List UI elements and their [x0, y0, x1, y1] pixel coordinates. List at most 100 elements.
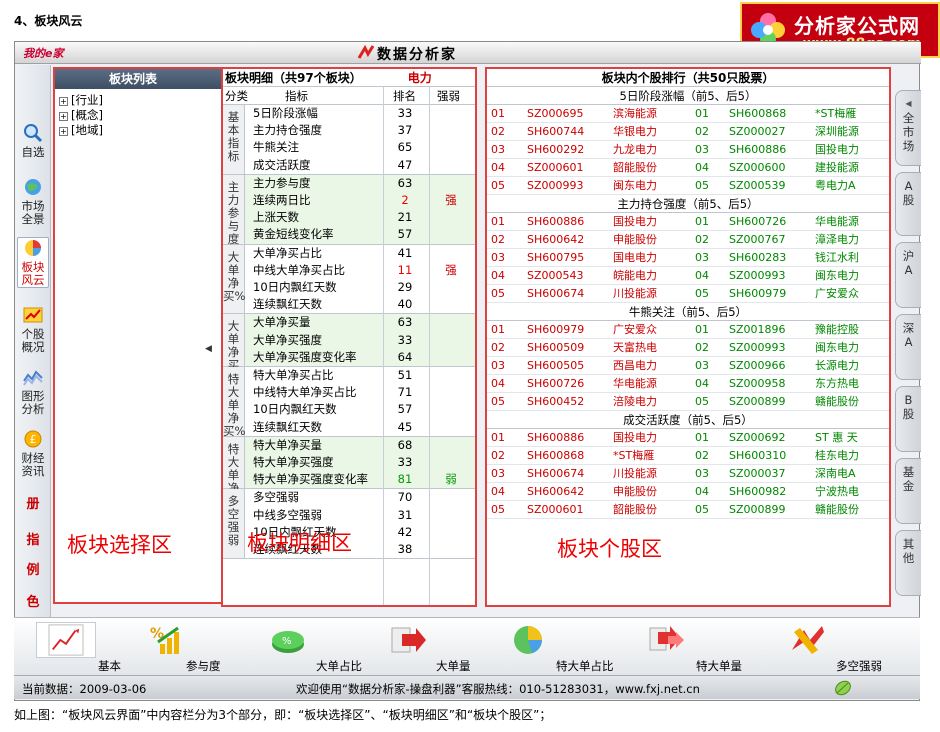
- toolbar-button[interactable]: 特大单量: [644, 618, 764, 676]
- market-tab[interactable]: 深A: [895, 314, 921, 380]
- indicator-row[interactable]: 成交活跃度 47: [223, 157, 475, 174]
- top-name[interactable]: 国电电力: [613, 249, 657, 267]
- indicator-row[interactable]: 特大单净买占比 51: [223, 367, 475, 384]
- top-name[interactable]: 韶能股份: [613, 501, 657, 519]
- top-name[interactable]: 广安爱众: [613, 321, 657, 339]
- stock-row[interactable]: 04 SH600642 申能股份 04 SH600982 宁波热电: [487, 483, 889, 501]
- stock-row[interactable]: 05 SH600674 川投能源 05 SH600979 广安爱众: [487, 285, 889, 303]
- stock-row[interactable]: 03 SH600505 西昌电力 03 SZ000966 长源电力: [487, 357, 889, 375]
- toolbar-button[interactable]: 大单量: [384, 618, 504, 676]
- block-list-header[interactable]: 板块列表: [55, 69, 231, 89]
- indicator-row[interactable]: 10日内飘红天数 29: [223, 279, 475, 296]
- stock-row[interactable]: 04 SZ000543 皖能电力 04 SZ000993 闽东电力: [487, 267, 889, 285]
- stock-row[interactable]: 01 SH600886 国投电力 01 SH600726 华电能源: [487, 213, 889, 231]
- market-tab[interactable]: 沪A: [895, 242, 921, 308]
- toolbar-button[interactable]: 基本: [36, 618, 156, 676]
- bottom-name[interactable]: 宁波热电: [815, 483, 859, 501]
- top-name[interactable]: 皖能电力: [613, 267, 657, 285]
- indicator-row[interactable]: 特大单净买量 68: [223, 437, 475, 454]
- expand-icon[interactable]: +: [59, 112, 68, 121]
- indicator-row[interactable]: 上涨天数 21: [223, 209, 475, 226]
- top-name[interactable]: 西昌电力: [613, 357, 657, 375]
- indicator-row[interactable]: 连续飘红天数 40: [223, 296, 475, 313]
- indicator-row[interactable]: 中线大单净买占比 11 强: [223, 262, 475, 279]
- bottom-name[interactable]: 闽东电力: [815, 339, 859, 357]
- nav-wave[interactable]: 图形分析: [17, 367, 49, 416]
- toolbar-button[interactable]: % 参与度: [144, 618, 264, 676]
- indicator-row[interactable]: 特大单净买强度变化率 81 弱: [223, 471, 475, 488]
- nav-small-item[interactable]: 指: [19, 529, 47, 551]
- top-name[interactable]: *ST梅雁: [613, 447, 654, 465]
- indicator-row[interactable]: 大单净买占比 41: [223, 245, 475, 262]
- tree-node[interactable]: + [概念]: [59, 108, 231, 123]
- toolbar-button[interactable]: % 大单占比: [264, 618, 384, 676]
- stock-row[interactable]: 01 SZ000695 滨海能源 01 SH600868 *ST梅雁: [487, 105, 889, 123]
- bottom-name[interactable]: 长源电力: [815, 357, 859, 375]
- stock-row[interactable]: 01 SH600979 广安爱众 01 SZ001896 豫能控股: [487, 321, 889, 339]
- bottom-name[interactable]: 钱江水利: [815, 249, 859, 267]
- tree-node[interactable]: + [行业]: [59, 93, 231, 108]
- top-name[interactable]: 申能股份: [613, 483, 657, 501]
- top-name[interactable]: 华银电力: [613, 123, 657, 141]
- bottom-name[interactable]: 粤电力A: [815, 177, 856, 195]
- top-name[interactable]: 韶能股份: [613, 159, 657, 177]
- home-link[interactable]: 我的e家: [23, 45, 63, 61]
- nav-small-item[interactable]: 册: [19, 493, 47, 515]
- indicator-row[interactable]: 连续两日比 2 强: [223, 192, 475, 209]
- market-tab[interactable]: 其他: [895, 530, 921, 596]
- bottom-name[interactable]: 豫能控股: [815, 321, 859, 339]
- bottom-name[interactable]: 华电能源: [815, 213, 859, 231]
- nav-globe[interactable]: 市场全景: [17, 177, 49, 226]
- bottom-name[interactable]: 深圳能源: [815, 123, 859, 141]
- bottom-name[interactable]: ST 惠 天: [815, 429, 858, 447]
- indicator-row[interactable]: 大单净买强度 33: [223, 332, 475, 349]
- nav-coin[interactable]: £ 财经资讯: [17, 429, 49, 478]
- stock-row[interactable]: 02 SH600868 *ST梅雁 02 SH600310 桂东电力: [487, 447, 889, 465]
- indicator-row[interactable]: 主力参与度 63: [223, 175, 475, 192]
- bottom-name[interactable]: 赣能股份: [815, 501, 859, 519]
- stock-row[interactable]: 03 SH600795 国电电力 03 SH600283 钱江水利: [487, 249, 889, 267]
- tree-node[interactable]: + [地域]: [59, 123, 231, 138]
- market-tab[interactable]: 基金: [895, 458, 921, 524]
- stock-row[interactable]: 05 SZ000601 韶能股份 05 SZ000899 赣能股份: [487, 501, 889, 519]
- indicator-row[interactable]: 牛熊关注 65: [223, 139, 475, 156]
- top-name[interactable]: 闽东电力: [613, 177, 657, 195]
- bottom-name[interactable]: 建投能源: [815, 159, 859, 177]
- indicator-row[interactable]: 大单净买强度变化率 64: [223, 349, 475, 366]
- indicator-row[interactable]: 5日阶段涨幅 33: [223, 105, 475, 122]
- stock-row[interactable]: 05 SZ000993 闽东电力 05 SZ000539 粤电力A: [487, 177, 889, 195]
- top-name[interactable]: 国投电力: [613, 429, 657, 447]
- bottom-name[interactable]: 桂东电力: [815, 447, 859, 465]
- stock-row[interactable]: 04 SZ000601 韶能股份 04 SZ000600 建投能源: [487, 159, 889, 177]
- stock-row[interactable]: 02 SH600744 华银电力 02 SZ000027 深圳能源: [487, 123, 889, 141]
- nav-small-item[interactable]: 例: [19, 559, 47, 581]
- indicator-row[interactable]: 主力持仓强度 37: [223, 122, 475, 139]
- nav-pie-chart[interactable]: 板块风云: [17, 237, 49, 288]
- indicator-row[interactable]: 连续飘红天数 45: [223, 419, 475, 436]
- toolbar-button[interactable]: 特大单占比: [504, 618, 624, 676]
- top-name[interactable]: 涪陵电力: [613, 393, 657, 411]
- bottom-name[interactable]: 国投电力: [815, 141, 859, 159]
- indicator-row[interactable]: 中线多空强弱 31: [223, 507, 475, 524]
- indicator-row[interactable]: 特大单净买强度 33: [223, 454, 475, 471]
- top-name[interactable]: 滨海能源: [613, 105, 657, 123]
- leaf-icon[interactable]: [834, 679, 852, 697]
- collapse-handle-icon[interactable]: ◀: [205, 344, 213, 358]
- top-name[interactable]: 申能股份: [613, 231, 657, 249]
- indicator-row[interactable]: 多空强弱 70: [223, 489, 475, 506]
- top-name[interactable]: 国投电力: [613, 213, 657, 231]
- stock-row[interactable]: 02 SH600642 申能股份 02 SZ000767 漳泽电力: [487, 231, 889, 249]
- top-name[interactable]: 川投能源: [613, 285, 657, 303]
- bottom-name[interactable]: 漳泽电力: [815, 231, 859, 249]
- top-name[interactable]: 天富热电: [613, 339, 657, 357]
- stock-row[interactable]: 04 SH600726 华电能源 04 SZ000958 东方热电: [487, 375, 889, 393]
- market-tab[interactable]: ◀ 全市场: [895, 90, 921, 166]
- stock-row[interactable]: 02 SH600509 天富热电 02 SZ000993 闽东电力: [487, 339, 889, 357]
- nav-small-item[interactable]: 色: [19, 591, 47, 613]
- nav-magnifier[interactable]: 自选: [17, 123, 49, 159]
- top-name[interactable]: 川投能源: [613, 465, 657, 483]
- indicator-row[interactable]: 中线特大单净买占比 71: [223, 384, 475, 401]
- market-tab[interactable]: A股: [895, 172, 921, 236]
- nav-chart[interactable]: 个股概况: [17, 305, 49, 354]
- indicator-row[interactable]: 10日内飘红天数 57: [223, 401, 475, 418]
